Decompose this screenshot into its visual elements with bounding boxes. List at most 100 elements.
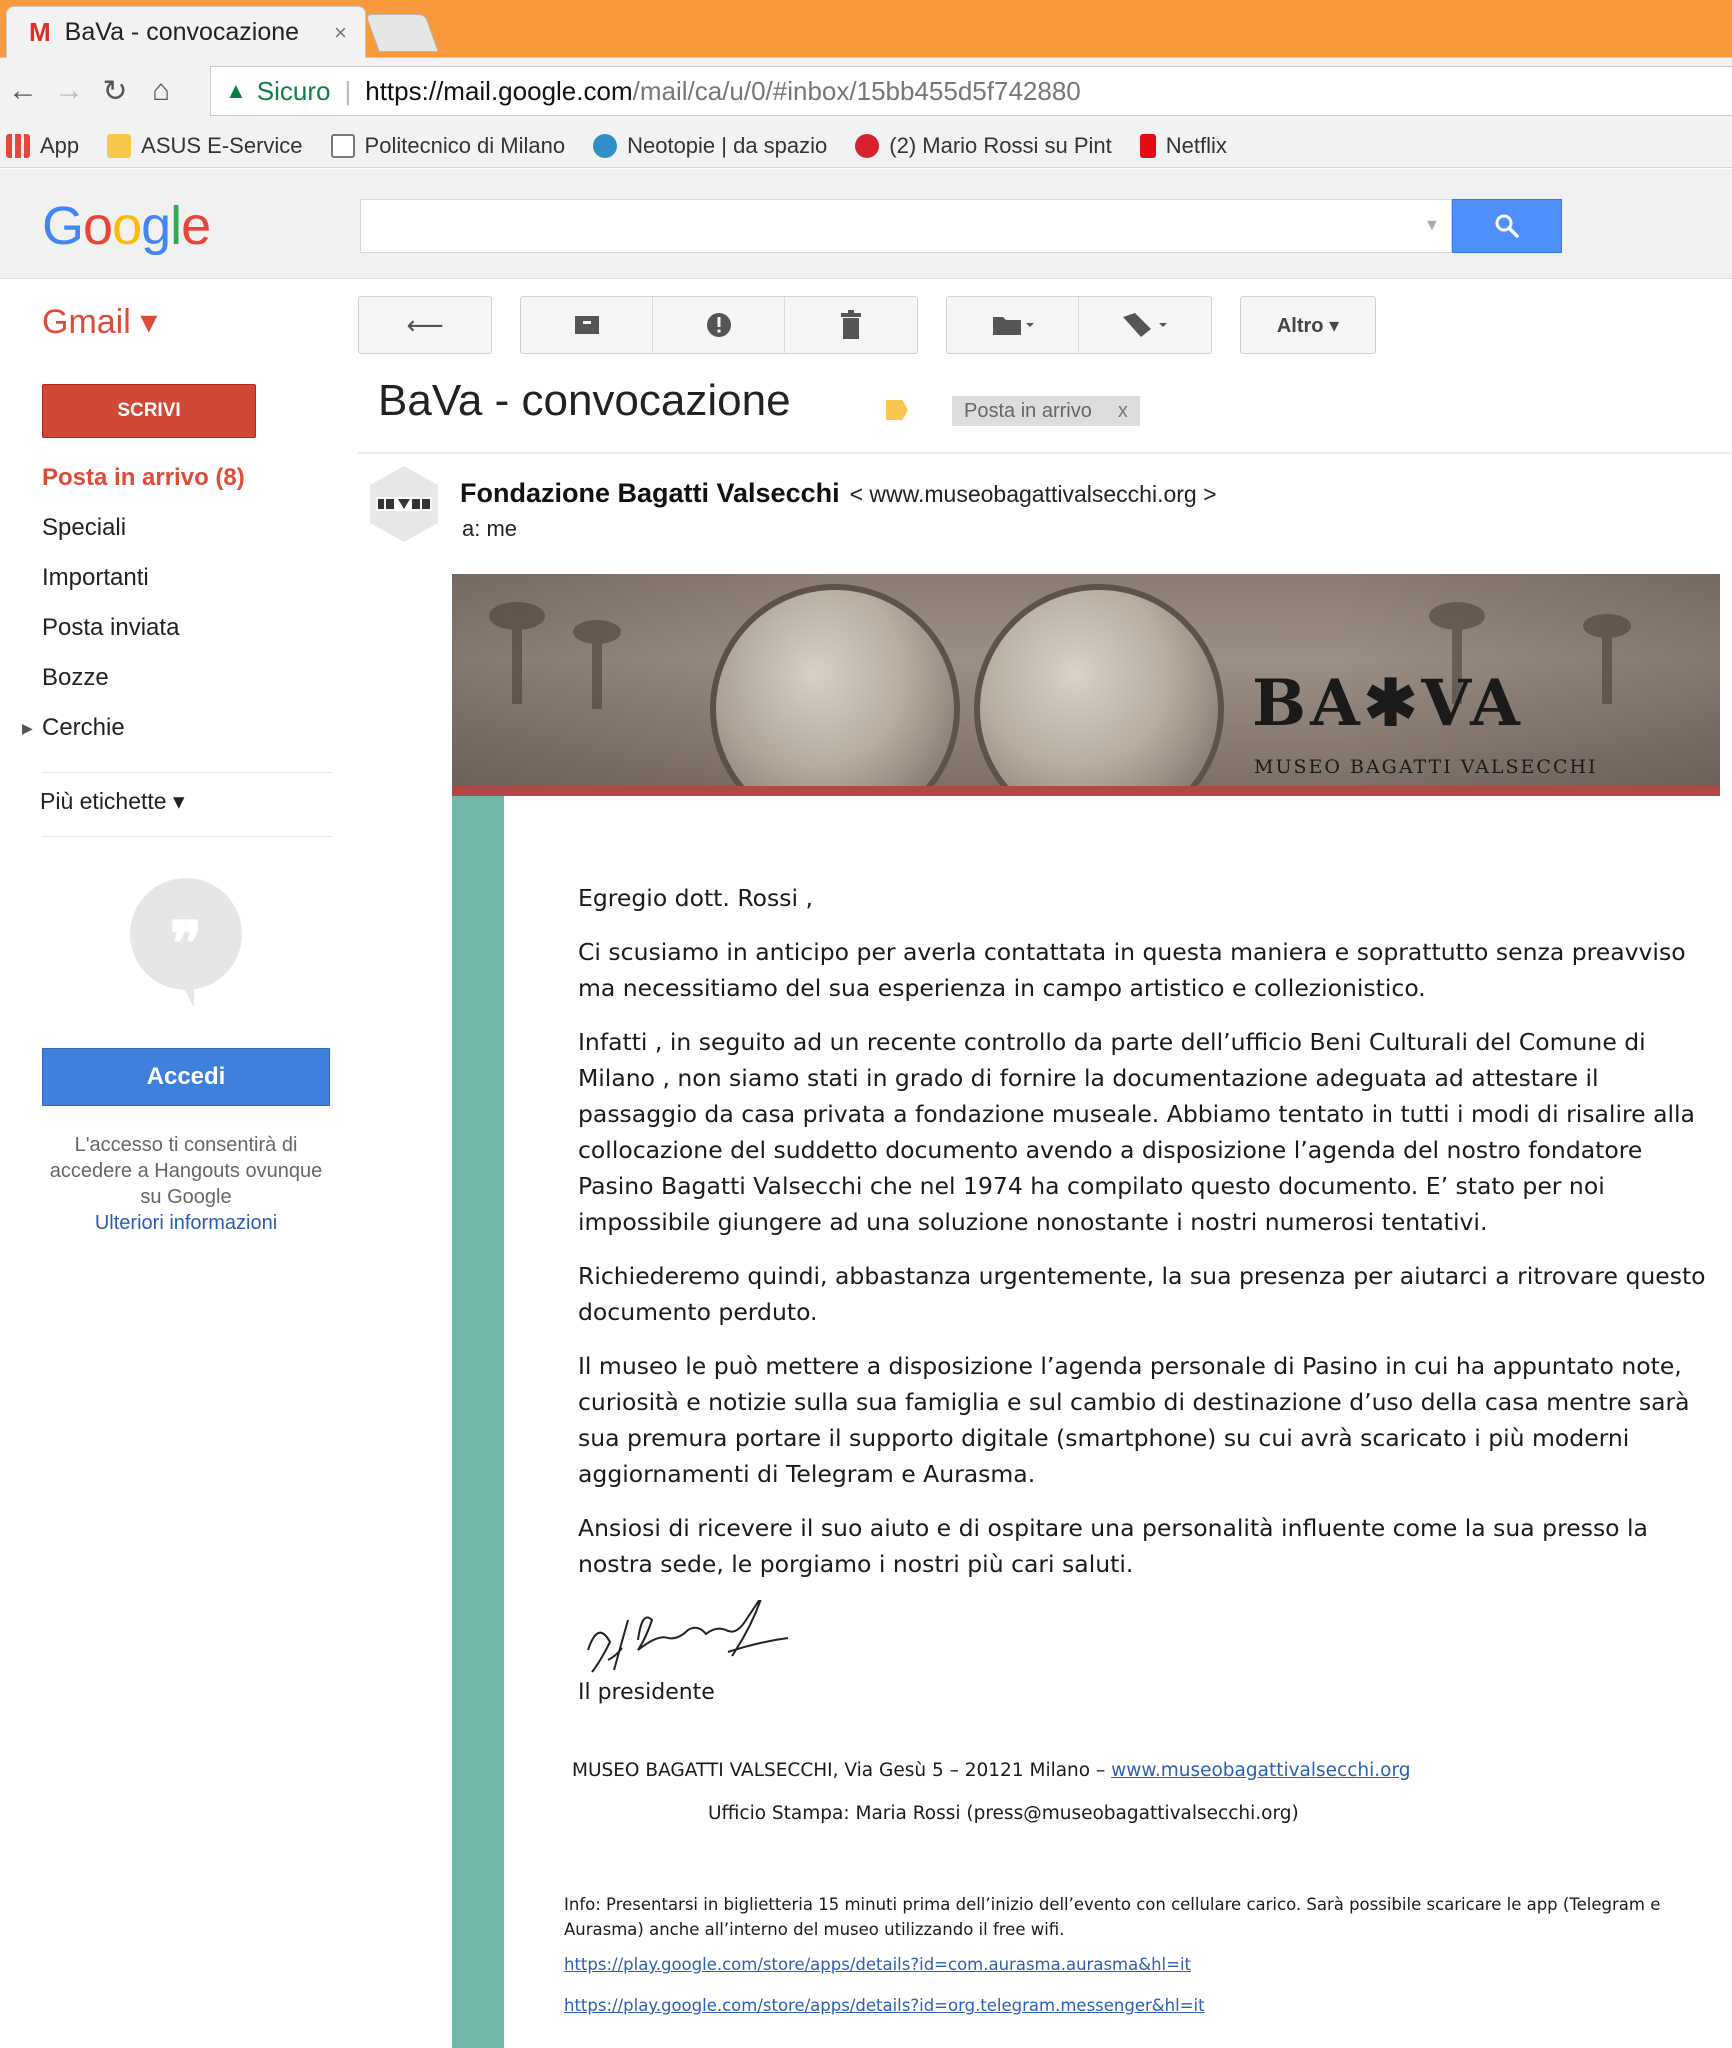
browser-tab[interactable]: M BaVa - convocazione × <box>6 6 366 58</box>
hangouts-login-note: L'accesso ti consentirà di accedere a Ha… <box>42 1132 330 1236</box>
remove-label-icon[interactable]: x <box>1118 400 1128 423</box>
importance-marker-icon[interactable] <box>886 400 908 420</box>
hangouts-bubble-tail <box>180 980 194 1008</box>
delete-button[interactable] <box>785 297 917 353</box>
sidebar-item-starred[interactable]: Speciali <box>42 510 332 560</box>
labels-button[interactable] <box>1079 297 1211 353</box>
subject-divider <box>358 452 1732 454</box>
bookmark-netflix[interactable]: Netflix <box>1139 132 1227 159</box>
expand-arrow-icon[interactable]: ▶ <box>22 710 33 746</box>
sidebar-item-sent[interactable]: Posta inviata <box>42 610 332 660</box>
letter-paragraph: Il museo le può mettere a disposizione l… <box>578 1352 1690 1488</box>
recipient-line[interactable]: a: me <box>462 516 517 542</box>
inbox-label-chip[interactable]: Posta in arrivo x <box>952 396 1140 426</box>
letter-paragraph: Ci scusiamo in anticipo per averla conta… <box>578 938 1686 1002</box>
message-subject: BaVa - convocazione <box>378 376 791 425</box>
sender-avatar[interactable] <box>370 466 438 542</box>
aurasma-link[interactable]: https://play.google.com/store/apps/detai… <box>564 1955 1191 1974</box>
home-icon[interactable]: ⌂ <box>138 74 184 108</box>
search-dropdown-icon[interactable]: ▼ <box>1424 217 1440 235</box>
message-action-bar: ⟵ Altro ▾ <box>358 296 1404 354</box>
google-logo[interactable]: Google <box>42 195 211 257</box>
email-banner-image: BA✱VA MUSEO BAGATTI VALSECCHI <box>452 574 1720 786</box>
bookmark-label: Netflix <box>1165 132 1227 158</box>
browser-tab-bar: M BaVa - convocazione × <box>0 0 1732 58</box>
label-tag-icon <box>1123 313 1167 337</box>
back-arrow-icon[interactable]: ← <box>0 74 46 108</box>
sidebar-item-circles[interactable]: ▶ Cerchie <box>22 710 332 760</box>
bookmark-asus[interactable]: ASUS E-Service <box>107 132 303 159</box>
email-letter: Egregio dott. Rossi , Ci scusiamo in ant… <box>578 880 1718 1600</box>
footer-press-office: Ufficio Stampa: Maria Rossi (press@museo… <box>708 1803 1299 1824</box>
folder-icon <box>107 133 132 158</box>
bookmarks-bar: App ASUS E-Service Politecnico di Milano… <box>0 124 1732 168</box>
hangouts-note-text: L'accesso ti consentirà di accedere a Ha… <box>49 1134 323 1208</box>
handwritten-signature <box>587 1600 789 1673</box>
bava-logo: BA✱VA <box>1252 666 1524 741</box>
tab-close-icon[interactable]: × <box>334 20 347 46</box>
bookmark-label: (2) Mario Rossi su Pint <box>889 132 1112 158</box>
address-separator: | <box>344 75 352 106</box>
sidebar-item-label: Cerchie <box>42 714 125 741</box>
search-button[interactable] <box>1452 199 1562 253</box>
archive-icon <box>574 316 599 334</box>
sidebar-nav: Posta in arrivo (8) Speciali Importanti … <box>22 460 332 760</box>
trash-icon <box>841 310 861 339</box>
search-input[interactable] <box>360 199 1452 253</box>
hangouts-login-button[interactable]: Accedi <box>42 1048 330 1106</box>
bookmark-neotopie[interactable]: Neotopie | da spazio <box>593 133 827 159</box>
back-group: ⟵ <box>358 296 492 354</box>
letter-paragraph: Richiederemo quindi, abbastanza urgentem… <box>578 1262 1706 1326</box>
bookmark-pinterest[interactable]: (2) Mario Rossi su Pint <box>855 133 1112 159</box>
compose-button[interactable]: SCRIVI <box>42 384 256 438</box>
footer-site-link[interactable]: www.museobagattivalsecchi.org <box>1111 1760 1410 1781</box>
gmail-favicon-icon: M <box>29 17 51 47</box>
signoff: Il presidente <box>578 1680 715 1705</box>
more-info-link[interactable]: Ulteriori informazioni <box>42 1210 330 1236</box>
bookmark-politecnico[interactable]: Politecnico di Milano <box>330 132 566 159</box>
move-to-button[interactable] <box>947 297 1079 353</box>
sidebar-item-drafts[interactable]: Bozze <box>42 660 332 710</box>
footer-address-text: MUSEO BAGATTI VALSECCHI, Via Gesù 5 – 20… <box>572 1760 1106 1781</box>
telegram-link[interactable]: https://play.google.com/store/apps/detai… <box>564 1996 1205 2015</box>
bookmark-label: App <box>40 132 80 158</box>
wordpress-icon <box>593 133 618 158</box>
spam-icon <box>706 313 731 337</box>
bava-logo-subtitle: MUSEO BAGATTI VALSECCHI <box>1254 756 1598 778</box>
netflix-icon <box>1139 133 1156 158</box>
tab-title: BaVa - convocazione <box>64 18 300 46</box>
sender-name[interactable]: Fondazione Bagatti Valsecchi <box>460 478 840 508</box>
banner-shading <box>452 574 1720 786</box>
pinterest-icon <box>855 133 880 158</box>
gmail-switcher[interactable]: Gmail ▾ <box>42 302 157 342</box>
banner-rule <box>452 786 1720 796</box>
folder-move-icon <box>992 317 1034 335</box>
archive-group <box>520 296 918 354</box>
bookmark-label: ASUS E-Service <box>141 132 303 158</box>
address-bar[interactable]: ▲ Sicuro | https://mail.google.com /mail… <box>210 66 1732 116</box>
hangouts-icon: ❞ <box>130 878 242 990</box>
sender-email: < www.museobagattivalsecchi.org > <box>849 481 1217 507</box>
sidebar-item-inbox[interactable]: Posta in arrivo (8) <box>42 460 332 510</box>
reload-icon[interactable]: ↻ <box>92 74 138 109</box>
url-path: /mail/ca/u/0/#inbox/15bb455d5f742880 <box>632 75 1081 106</box>
more-labels-toggle[interactable]: Più etichette ▾ <box>40 788 185 815</box>
more-actions-button[interactable]: Altro ▾ <box>1241 297 1375 353</box>
browser-toolbar: ← → ↻ ⌂ ▲ Sicuro | https://mail.google.c… <box>0 58 1732 124</box>
google-header: Google ▼ <box>0 169 1732 279</box>
bookmark-apps[interactable]: App <box>6 133 79 159</box>
archive-button[interactable] <box>521 297 653 353</box>
forward-arrow-icon[interactable]: → <box>46 74 92 108</box>
sender-line: Fondazione Bagatti Valsecchi < www.museob… <box>460 478 1217 509</box>
bookmark-label: Politecnico di Milano <box>364 132 566 158</box>
report-spam-button[interactable] <box>653 297 785 353</box>
back-icon: ⟵ <box>406 309 444 340</box>
back-to-inbox-button[interactable]: ⟵ <box>359 297 491 353</box>
footer-address: MUSEO BAGATTI VALSECCHI, Via Gesù 5 – 20… <box>572 1760 1712 1781</box>
letter-paragraph: Infatti , in seguito ad un recente contr… <box>578 1028 1695 1236</box>
url-host: https://mail.google.com <box>365 75 633 106</box>
page-icon <box>330 133 355 158</box>
sidebar-item-important[interactable]: Importanti <box>42 560 332 610</box>
sidebar-divider <box>42 836 332 837</box>
new-tab-button[interactable] <box>365 14 439 52</box>
